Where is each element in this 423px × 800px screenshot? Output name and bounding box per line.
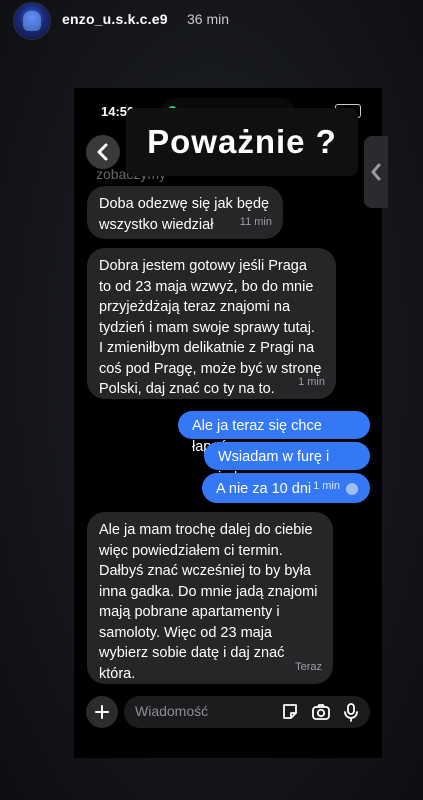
microphone-icon[interactable] (341, 702, 361, 722)
chevron-left-icon (371, 163, 381, 181)
message-input[interactable]: Wiadomość (135, 703, 208, 719)
next-story-button[interactable] (364, 136, 388, 208)
chevron-left-icon (97, 143, 108, 161)
avatar[interactable] (13, 2, 51, 40)
message-time: 11 min (239, 215, 272, 228)
message-time: Teraz (295, 660, 322, 673)
message-text: Dobra jestem gotowy jeśli Praga to od 23… (99, 258, 322, 397)
camera-icon[interactable] (311, 702, 331, 722)
story-time-ago: 36 min (187, 11, 230, 27)
plus-icon (95, 705, 109, 719)
message-time: 1 min (298, 375, 325, 388)
outgoing-message[interactable]: A nie za 10 dni 1 min (202, 473, 370, 503)
outgoing-message[interactable]: Ale ja teraz się chce łapać (178, 411, 370, 455)
message-text: Ale ja mam trochę dalej do ciebie więc p… (99, 522, 318, 682)
sticker-icon[interactable] (280, 702, 300, 722)
incoming-message[interactable]: Doba odezwę się jak będę wszystko wiedzi… (87, 186, 283, 239)
story-header: enzo_u.s.k.c.e9 36 min (0, 0, 423, 40)
message-composer[interactable]: Wiadomość (124, 696, 370, 728)
add-attachment-button[interactable] (86, 696, 118, 728)
text-sticker: Poważnie ? (126, 108, 358, 176)
back-button[interactable] (86, 135, 120, 169)
incoming-message[interactable]: Ale ja mam trochę dalej do ciebie więc p… (87, 512, 333, 684)
story-username[interactable]: enzo_u.s.k.c.e9 (62, 11, 168, 27)
outgoing-message[interactable]: Wsiadam w furę i jadę (204, 442, 370, 486)
incoming-message[interactable]: Dobra jestem gotowy jeśli Praga to od 23… (87, 248, 336, 399)
message-time: 1 min (313, 479, 340, 492)
read-check-icon (346, 483, 358, 495)
